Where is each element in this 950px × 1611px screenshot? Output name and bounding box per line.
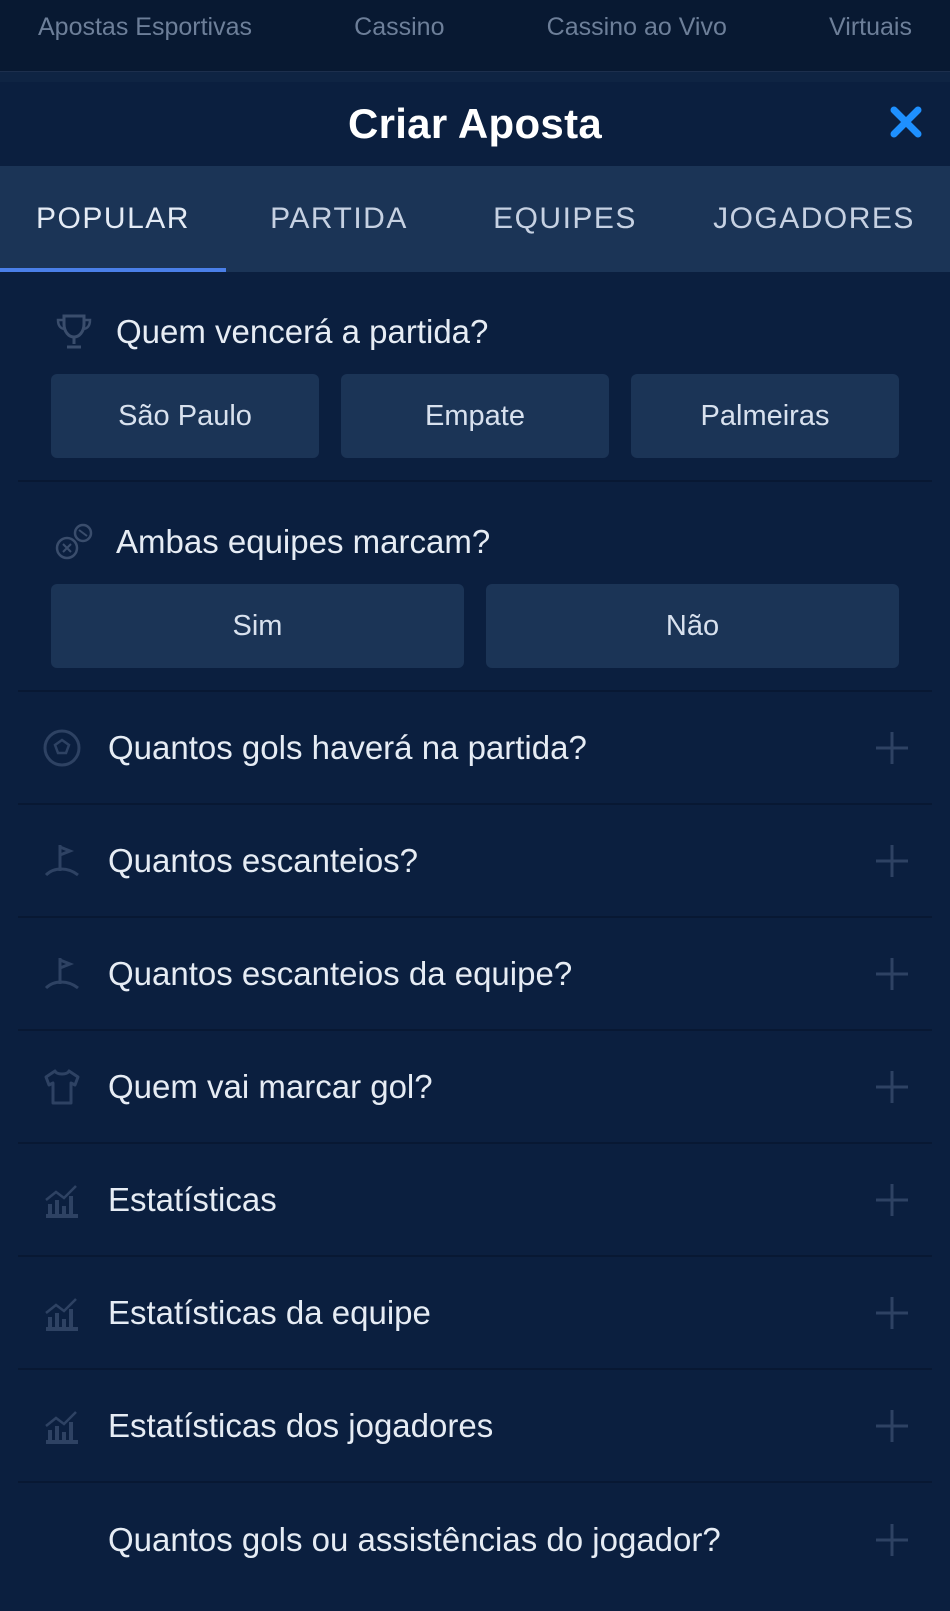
jersey-icon [40, 1065, 84, 1109]
corner-flag-icon [40, 839, 84, 883]
market-row-corners[interactable]: Quantos escanteios? [18, 805, 932, 918]
close-icon[interactable] [888, 104, 924, 140]
market-options: São Paulo Empate Palmeiras [18, 374, 932, 458]
market-match-winner: Quem vencerá a partida? São Paulo Empate… [18, 272, 932, 482]
row-label: Estatísticas [108, 1180, 277, 1218]
plus-icon[interactable] [874, 843, 910, 879]
market-row-player-goals-assists[interactable]: Quantos gols ou assistências do jogador? [18, 1483, 932, 1596]
market-row-total-goals[interactable]: Quantos gols haverá na partida? [18, 692, 932, 805]
stats-chart-icon [40, 1178, 84, 1222]
stats-chart-icon [40, 1404, 84, 1448]
tab-jogadores[interactable]: JOGADORES [678, 166, 950, 272]
plus-icon[interactable] [874, 730, 910, 766]
row-label: Quem vai marcar gol? [108, 1067, 433, 1105]
market-question-label: Quem vencerá a partida? [116, 313, 489, 350]
tab-partida[interactable]: PARTIDA [226, 166, 452, 272]
row-label: Quantos escanteios? [108, 841, 419, 879]
plus-icon[interactable] [874, 1408, 910, 1444]
nav-cassino[interactable]: Cassino [354, 12, 444, 42]
blank-icon [40, 1518, 84, 1562]
market-row-team-statistics[interactable]: Estatísticas da equipe [18, 1257, 932, 1370]
plus-icon[interactable] [874, 956, 910, 992]
option-sim[interactable]: Sim [51, 584, 464, 668]
market-row-statistics[interactable]: Estatísticas [18, 1144, 932, 1257]
plus-icon[interactable] [874, 1182, 910, 1218]
option-nao[interactable]: Não [486, 584, 899, 668]
option-empate[interactable]: Empate [341, 374, 609, 458]
market-options: Sim Não [18, 584, 932, 668]
row-label: Estatísticas dos jogadores [108, 1406, 494, 1444]
row-label: Quantos gols haverá na partida? [108, 728, 587, 766]
tab-bar: POPULAR PARTIDA EQUIPES JOGADORES [0, 166, 950, 272]
row-label: Quantos escanteios da equipe? [108, 954, 573, 992]
tab-popular[interactable]: POPULAR [0, 166, 226, 272]
market-question-label: Ambas equipes marcam? [116, 523, 491, 560]
option-palmeiras[interactable]: Palmeiras [631, 374, 899, 458]
row-label: Estatísticas da equipe [108, 1293, 431, 1331]
trophy-icon [52, 310, 96, 354]
plus-icon[interactable] [874, 1295, 910, 1331]
soccer-ball-icon [40, 726, 84, 770]
bet-builder-content: Quem vencerá a partida? São Paulo Empate… [0, 272, 950, 1596]
nav-apostas-esportivas[interactable]: Apostas Esportivas [38, 12, 252, 42]
stats-chart-icon [40, 1291, 84, 1335]
modal-title: Criar Aposta [347, 100, 603, 147]
corner-flag-icon [40, 952, 84, 996]
row-label: Quantos gols ou assistências do jogador? [108, 1520, 721, 1558]
market-row-team-corners[interactable]: Quantos escanteios da equipe? [18, 918, 932, 1031]
create-bet-modal: Criar Aposta POPULAR PARTIDA EQUIPES JOG… [0, 82, 950, 1611]
tab-equipes[interactable]: EQUIPES [452, 166, 678, 272]
market-row-player-statistics[interactable]: Estatísticas dos jogadores [18, 1370, 932, 1483]
plus-icon[interactable] [874, 1522, 910, 1558]
nav-cassino-ao-vivo[interactable]: Cassino ao Vivo [547, 12, 727, 42]
market-row-goalscorer[interactable]: Quem vai marcar gol? [18, 1031, 932, 1144]
nav-virtuais[interactable]: Virtuais [829, 12, 912, 42]
market-both-teams-score: Ambas equipes marcam? Sim Não [18, 482, 932, 692]
plus-icon[interactable] [874, 1069, 910, 1105]
option-sao-paulo[interactable]: São Paulo [51, 374, 319, 458]
balls-icon [52, 520, 96, 564]
modal-header: Criar Aposta [0, 82, 950, 166]
top-navigation: Apostas Esportivas Cassino Cassino ao Vi… [0, 0, 950, 72]
